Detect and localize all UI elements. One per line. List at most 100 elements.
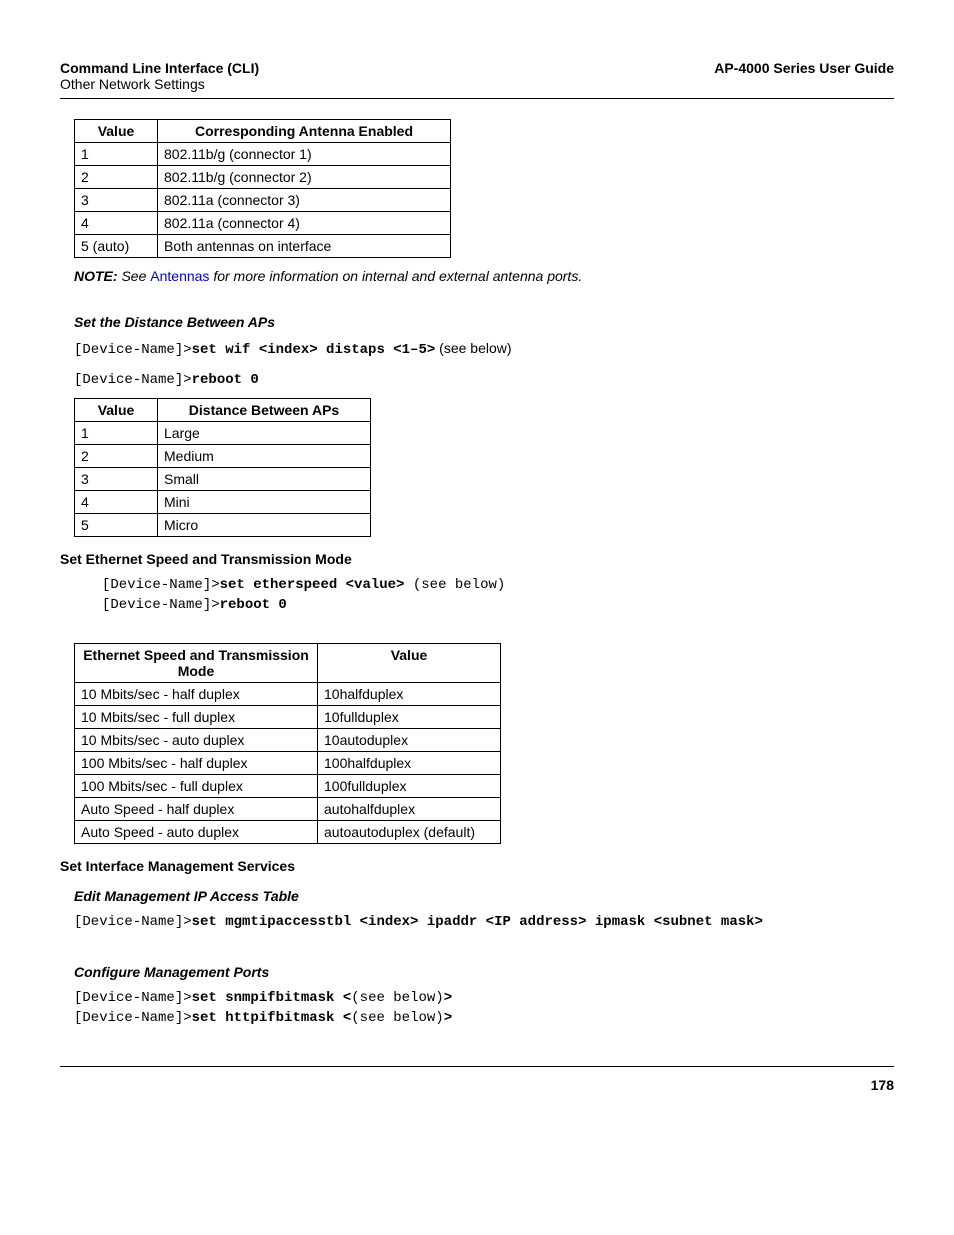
table-row: Auto Speed - auto duplexautoautoduplex (… (75, 821, 501, 844)
table-row: 3Small (75, 468, 371, 491)
cell: autoautoduplex (default) (318, 821, 501, 844)
th-value: Value (75, 120, 158, 143)
cmd: > (444, 990, 452, 1006)
cell: 100halfduplex (318, 752, 501, 775)
cmd: set mgmtipaccesstbl <index> ipaddr <IP a… (192, 914, 763, 930)
prompt: [Device-Name]> (74, 914, 192, 930)
table-row: 1802.11b/g (connector 1) (75, 143, 451, 166)
antenna-table: Value Corresponding Antenna Enabled 1802… (74, 119, 451, 258)
prompt: [Device-Name]> (102, 597, 220, 613)
cell: 5 (75, 514, 158, 537)
cmd-line: [Device-Name]>set httpifbitmask <(see be… (74, 1010, 894, 1026)
th-mode: Ethernet Speed and Transmission Mode (75, 644, 318, 683)
table-row: 3802.11a (connector 3) (75, 189, 451, 212)
cmd-line: [Device-Name]>set wif <index> distaps <1… (74, 340, 894, 358)
table-row: 10 Mbits/sec - auto duplex10autoduplex (75, 729, 501, 752)
section-etherspeed-title: Set Ethernet Speed and Transmission Mode (60, 551, 894, 567)
section-config-ports-title: Configure Management Ports (74, 964, 894, 980)
cmd-line: [Device-Name]>set etherspeed <value> (se… (102, 577, 894, 593)
header-sub: Other Network Settings (60, 76, 894, 92)
cell: 10autoduplex (318, 729, 501, 752)
cell: 3 (75, 468, 158, 491)
etherspeed-table: Ethernet Speed and Transmission Mode Val… (74, 643, 501, 844)
prompt: [Device-Name]> (102, 577, 220, 593)
cell: 3 (75, 189, 158, 212)
cmd: > (444, 1010, 452, 1026)
cell: Both antennas on interface (158, 235, 451, 258)
cell: 10halfduplex (318, 683, 501, 706)
table-row: 4802.11a (connector 4) (75, 212, 451, 235)
table-row: 10 Mbits/sec - full duplex10fullduplex (75, 706, 501, 729)
cell: 1 (75, 422, 158, 445)
th-antenna: Corresponding Antenna Enabled (158, 120, 451, 143)
cell: 5 (auto) (75, 235, 158, 258)
cell: 802.11a (connector 3) (158, 189, 451, 212)
table-row: Auto Speed - half duplexautohalfduplex (75, 798, 501, 821)
cell: 10 Mbits/sec - full duplex (75, 706, 318, 729)
cell: Medium (158, 445, 371, 468)
cell: 802.11b/g (connector 1) (158, 143, 451, 166)
cell: Large (158, 422, 371, 445)
cell: Auto Speed - half duplex (75, 798, 318, 821)
section-distance-title: Set the Distance Between APs (74, 314, 894, 330)
cmd: set wif <index> distaps <1–5> (192, 342, 436, 358)
table-row: 100 Mbits/sec - half duplex100halfduplex (75, 752, 501, 775)
table-row: 5Micro (75, 514, 371, 537)
cell: 100 Mbits/sec - full duplex (75, 775, 318, 798)
header-left: Command Line Interface (CLI) (60, 60, 259, 76)
cmd: set etherspeed <value> (220, 577, 405, 593)
table-row: 4Mini (75, 491, 371, 514)
table-row: 5 (auto)Both antennas on interface (75, 235, 451, 258)
table-row: 10 Mbits/sec - half duplex10halfduplex (75, 683, 501, 706)
footer-rule (60, 1066, 894, 1067)
cell: 802.11b/g (connector 2) (158, 166, 451, 189)
cmd: set httpifbitmask < (192, 1010, 352, 1026)
th-value: Value (318, 644, 501, 683)
cell: Auto Speed - auto duplex (75, 821, 318, 844)
cell: 802.11a (connector 4) (158, 212, 451, 235)
cmd-note: (see below) (404, 577, 505, 593)
cell: 100 Mbits/sec - half duplex (75, 752, 318, 775)
prompt: [Device-Name]> (74, 342, 192, 358)
th-distance: Distance Between APs (158, 399, 371, 422)
cmd-note: (see below) (351, 1010, 443, 1026)
note-post: for more information on internal and ext… (209, 268, 582, 284)
table-row: 2802.11b/g (connector 2) (75, 166, 451, 189)
th-value: Value (75, 399, 158, 422)
cmd: set snmpifbitmask < (192, 990, 352, 1006)
cell: Small (158, 468, 371, 491)
table-row: 100 Mbits/sec - full duplex100fullduplex (75, 775, 501, 798)
page-number: 178 (60, 1077, 894, 1093)
page-header: Command Line Interface (CLI) AP-4000 Ser… (60, 60, 894, 76)
table-row: 1Large (75, 422, 371, 445)
cmd: reboot 0 (192, 372, 259, 388)
cell: 4 (75, 491, 158, 514)
cell: 100fullduplex (318, 775, 501, 798)
note: NOTE: See Antennas for more information … (74, 268, 894, 284)
section-mgmt-title: Set Interface Management Services (60, 858, 894, 874)
cell: 4 (75, 212, 158, 235)
cell: 10 Mbits/sec - half duplex (75, 683, 318, 706)
antennas-link[interactable]: Antennas (150, 268, 209, 284)
cell: Mini (158, 491, 371, 514)
cell: 1 (75, 143, 158, 166)
cmd-line: [Device-Name]>reboot 0 (74, 372, 894, 388)
cell: 2 (75, 166, 158, 189)
cell: 2 (75, 445, 158, 468)
note-pre: See (118, 268, 151, 284)
note-label: NOTE: (74, 268, 118, 284)
cell: Micro (158, 514, 371, 537)
cell: 10fullduplex (318, 706, 501, 729)
prompt: [Device-Name]> (74, 372, 192, 388)
prompt: [Device-Name]> (74, 990, 192, 1006)
cmd-note: (see below) (435, 340, 511, 356)
cell: 10 Mbits/sec - auto duplex (75, 729, 318, 752)
table-row: 2Medium (75, 445, 371, 468)
cmd-line: [Device-Name]>reboot 0 (102, 597, 894, 613)
cmd: reboot 0 (220, 597, 287, 613)
header-rule (60, 98, 894, 99)
prompt: [Device-Name]> (74, 1010, 192, 1026)
header-right: AP-4000 Series User Guide (714, 60, 894, 76)
cmd-line: [Device-Name]>set snmpifbitmask <(see be… (74, 990, 894, 1006)
cell: autohalfduplex (318, 798, 501, 821)
